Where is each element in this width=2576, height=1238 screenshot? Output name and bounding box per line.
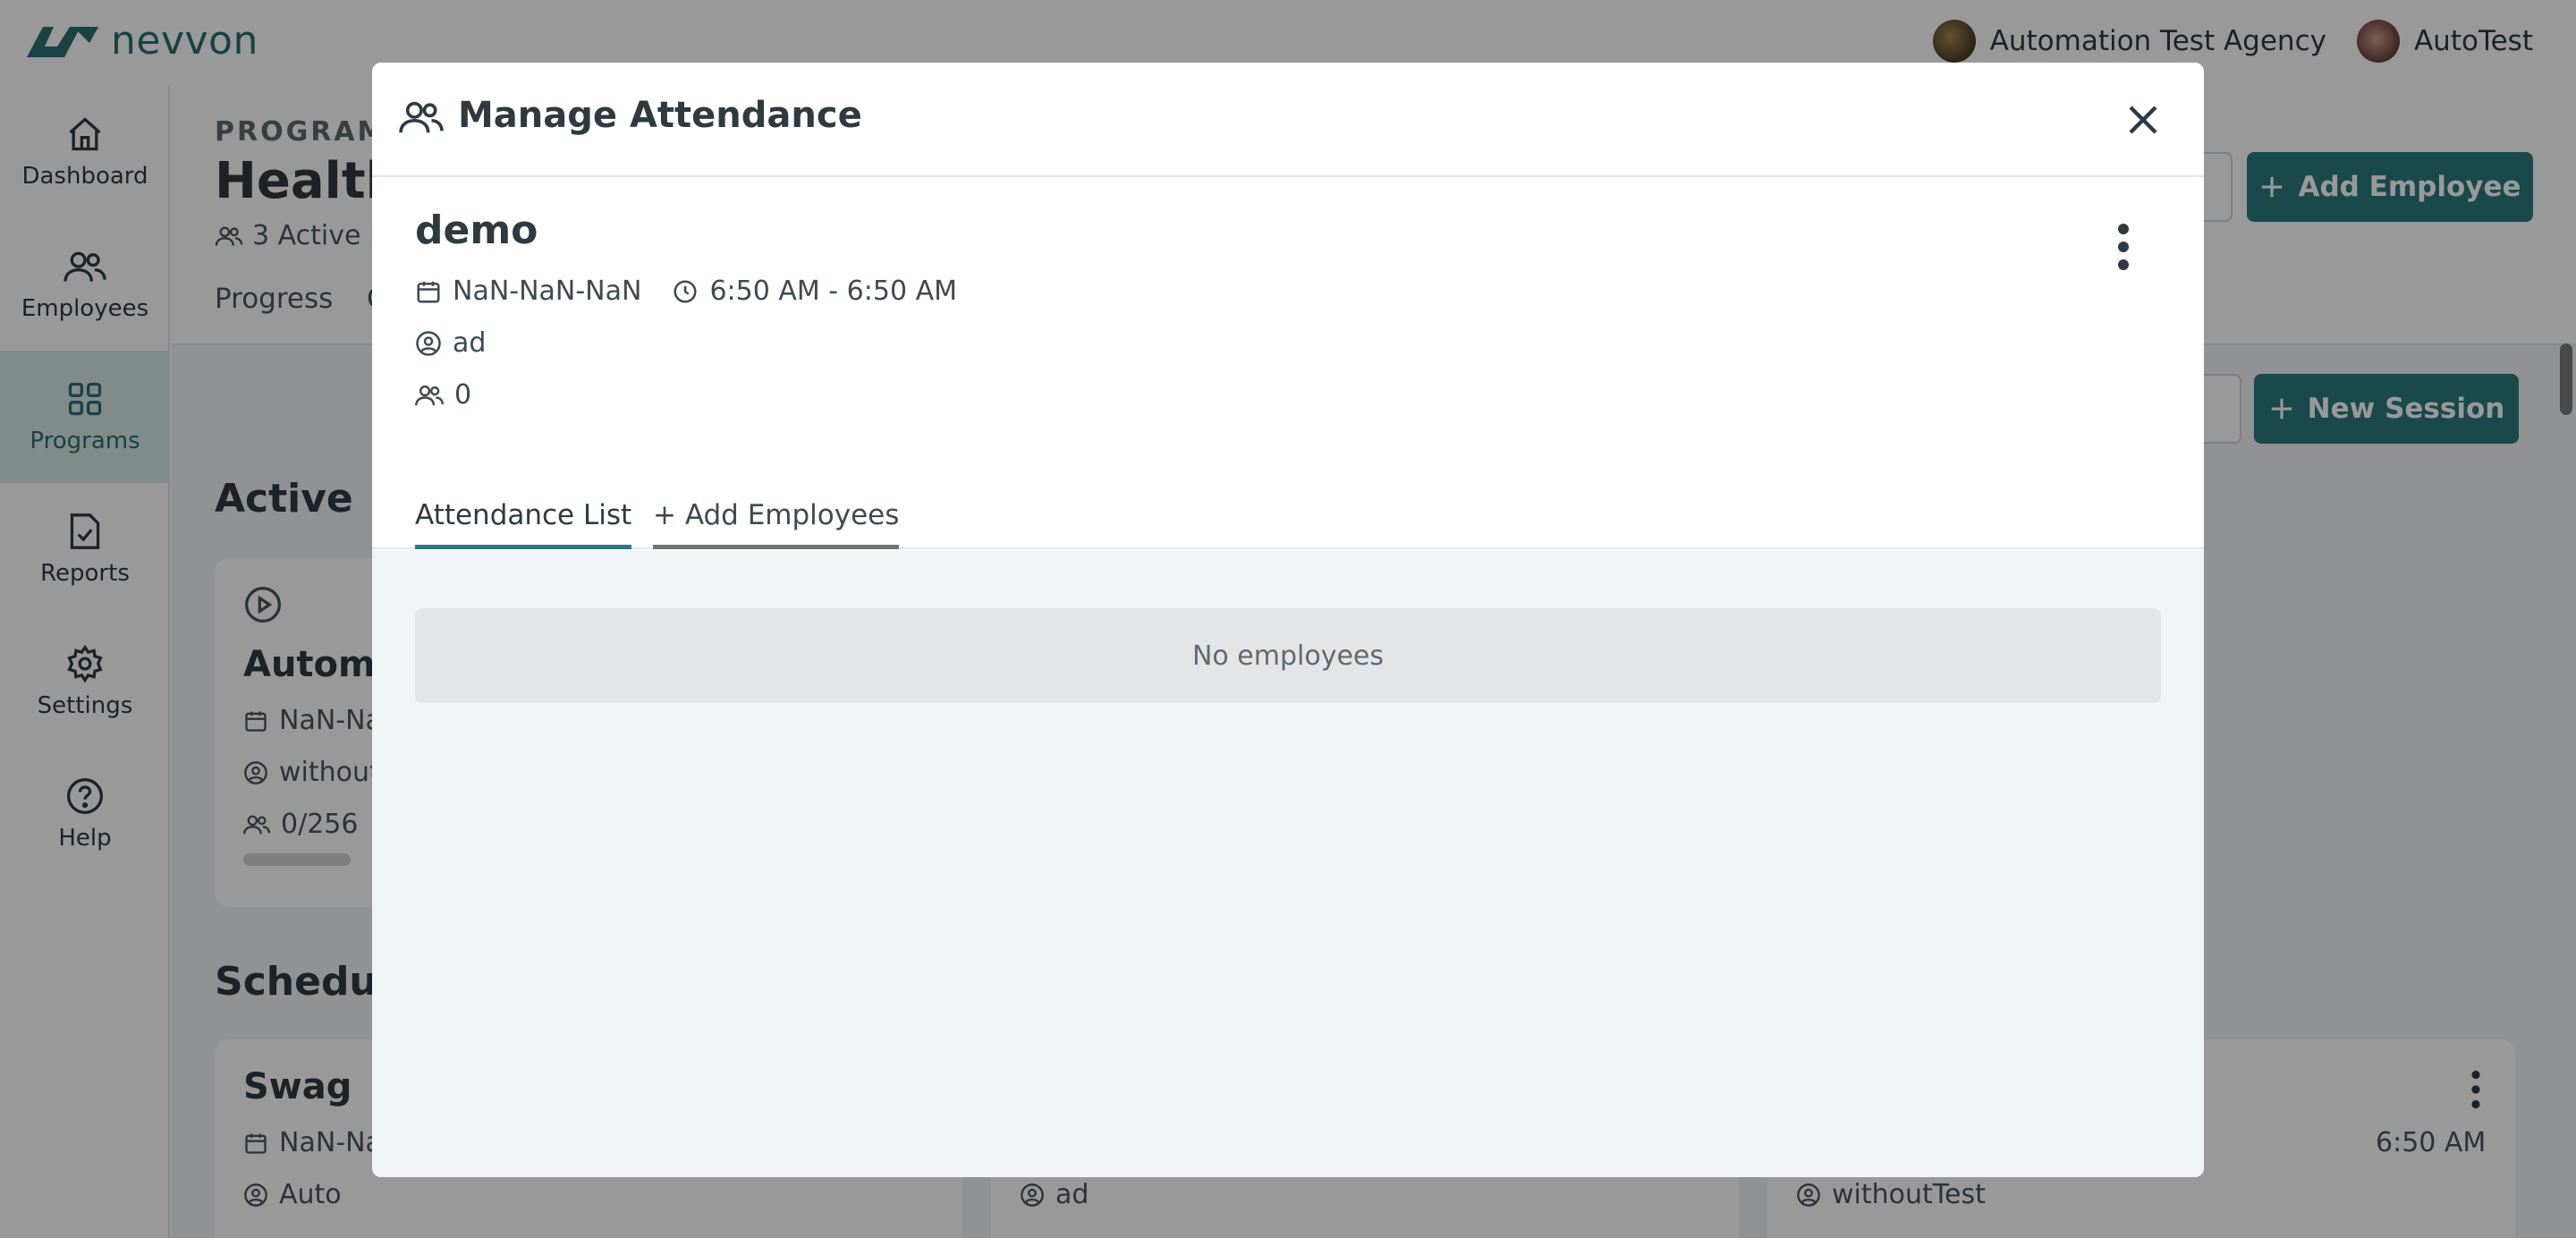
users-icon bbox=[399, 101, 444, 133]
attendee-count: 0 bbox=[454, 379, 472, 411]
session-datetime: NaN-NaN-NaN 6:50 AM - 6:50 AM bbox=[415, 276, 957, 307]
close-icon[interactable] bbox=[2122, 98, 2165, 141]
modal-header: Manage Attendance bbox=[372, 63, 2204, 177]
clock-icon bbox=[674, 280, 697, 302]
modal-title: Manage Attendance bbox=[458, 95, 862, 136]
manage-attendance-modal: Manage Attendance demo NaN-NaN-NaN 6:50 … bbox=[372, 63, 2204, 1177]
attendance-list-panel: No employees bbox=[372, 551, 2204, 1177]
session-time: 6:50 AM - 6:50 AM bbox=[709, 276, 957, 307]
instructor-name: ad bbox=[453, 327, 487, 359]
calendar-icon bbox=[417, 281, 440, 302]
kebab-menu-icon[interactable] bbox=[2106, 220, 2141, 274]
session-attendee-count: 0 bbox=[415, 379, 471, 411]
session-date: NaN-NaN-NaN bbox=[453, 276, 642, 307]
session-instructor: ad bbox=[415, 327, 486, 359]
users-icon bbox=[415, 385, 444, 405]
empty-state: No employees bbox=[415, 608, 2161, 703]
session-name: demo bbox=[415, 208, 538, 253]
user-circle-icon bbox=[416, 330, 441, 356]
tab-attendance-list[interactable]: Attendance List bbox=[415, 492, 632, 549]
tab-add-employees[interactable]: + Add Employees bbox=[653, 492, 900, 549]
attendance-tabs: Attendance List + Add Employees bbox=[372, 492, 2204, 549]
